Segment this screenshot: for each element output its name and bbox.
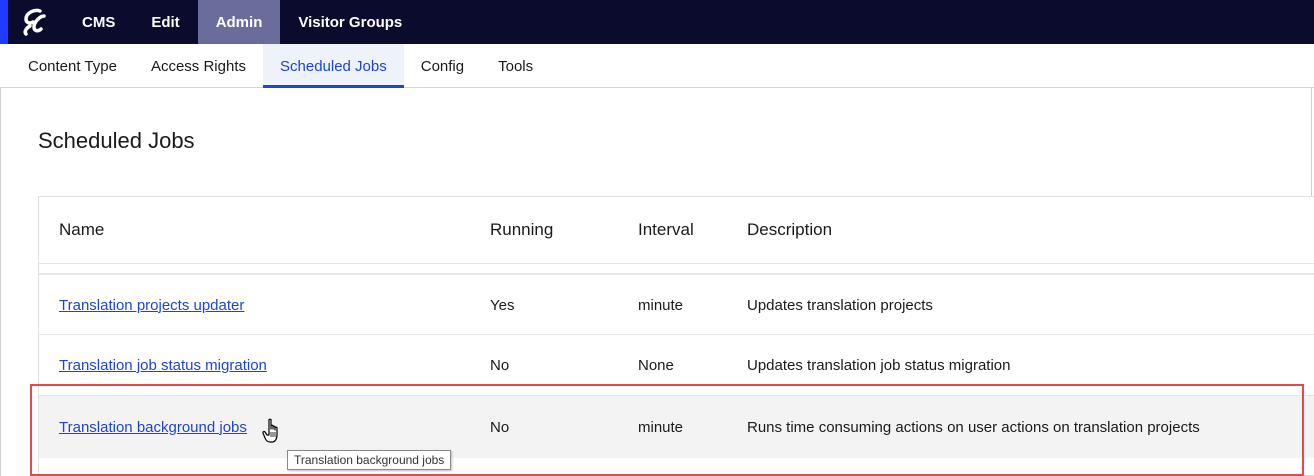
divider xyxy=(39,263,1314,264)
tab-content-type[interactable]: Content Type xyxy=(11,44,134,88)
tab-scheduled-jobs[interactable]: Scheduled Jobs xyxy=(263,44,404,88)
column-header-description[interactable]: Description xyxy=(747,220,832,240)
table-row: Translation projects updater Yes minute … xyxy=(39,274,1314,335)
column-header-name[interactable]: Name xyxy=(59,220,104,240)
page-title: Scheduled Jobs xyxy=(38,128,195,153)
scheduled-jobs-table: Name Running Interval Description Transl… xyxy=(38,196,1314,476)
description-value: Updates translation projects xyxy=(747,296,933,314)
tab-access-rights[interactable]: Access Rights xyxy=(134,44,263,88)
tab-config[interactable]: Config xyxy=(404,44,481,88)
logo-accent-strip xyxy=(0,0,8,44)
topnav-cms[interactable]: CMS xyxy=(70,0,133,44)
link-tooltip: Translation background jobs xyxy=(287,450,452,470)
topnav-visitor-groups[interactable]: Visitor Groups xyxy=(280,0,420,44)
job-link-projects-updater[interactable]: Translation projects updater xyxy=(59,297,244,314)
topnav-edit[interactable]: Edit xyxy=(133,0,197,44)
hand-pointer-icon xyxy=(262,418,278,443)
logo-icon xyxy=(23,8,46,36)
column-header-running[interactable]: Running xyxy=(490,220,553,240)
admin-subnav: Content Type Access Rights Scheduled Job… xyxy=(0,44,1314,88)
table-row: Translation background jobs No minute Ru… xyxy=(39,395,1314,458)
running-value: No xyxy=(490,418,510,436)
tab-tools[interactable]: Tools xyxy=(481,44,550,88)
running-value: No xyxy=(490,356,510,374)
optimizely-logo[interactable] xyxy=(0,0,70,44)
interval-value: minute xyxy=(638,296,684,314)
description-value: Updates translation job status migration xyxy=(747,356,1011,374)
interval-value: None xyxy=(638,356,674,374)
job-link-background-jobs[interactable]: Translation background jobs xyxy=(59,419,247,436)
description-value: Runs time consuming actions on user acti… xyxy=(747,418,1200,436)
topnav-admin[interactable]: Admin xyxy=(197,0,281,44)
table-row: Translation job status migration No None… xyxy=(39,334,1314,395)
interval-value: minute xyxy=(638,418,684,436)
running-value: Yes xyxy=(490,296,515,314)
top-navigation-bar: CMS Edit Admin Visitor Groups xyxy=(0,0,1314,44)
column-header-interval[interactable]: Interval xyxy=(638,220,694,240)
table-header-row: Name Running Interval Description xyxy=(39,197,1314,263)
job-link-status-migration[interactable]: Translation job status migration xyxy=(59,357,267,374)
page-left-border xyxy=(0,88,1,476)
